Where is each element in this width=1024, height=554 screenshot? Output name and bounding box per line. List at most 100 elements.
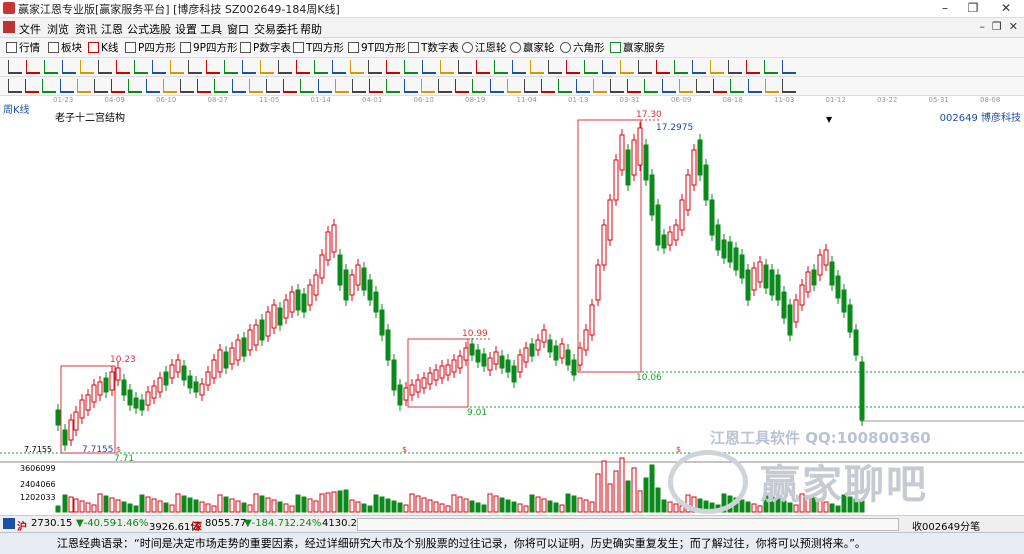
horizontal-scrollbar[interactable] (357, 518, 899, 531)
sh-flag-icon: 沪 (17, 522, 27, 533)
volume-bar (235, 500, 241, 513)
volume-tick-1: 3606099 (20, 464, 56, 473)
box2-top-label: 10.99 (462, 329, 488, 339)
candle-body (667, 231, 673, 246)
candle-body (547, 339, 553, 353)
volume-bar (217, 494, 223, 513)
volume-bar (673, 503, 679, 513)
candle-body (697, 139, 703, 176)
candle-body (613, 159, 619, 201)
candle-body (241, 337, 247, 357)
volume-bar (517, 503, 523, 513)
candle-body (331, 224, 337, 253)
sz-flag-icon: 深 (192, 522, 202, 533)
candle-body (781, 291, 787, 319)
volume-bar (601, 460, 607, 513)
candle-body (571, 359, 577, 376)
volume-bar (439, 503, 445, 513)
volume-bar (559, 504, 565, 513)
volume-bar (121, 501, 127, 513)
candle-body (199, 383, 205, 396)
candle-body (103, 377, 109, 393)
candle-body (277, 307, 283, 326)
candle-body (799, 284, 805, 306)
candle-body (211, 359, 217, 379)
candle-body (265, 311, 271, 337)
watermark-logo (668, 450, 748, 514)
volume-bar (577, 497, 583, 513)
candle-body (355, 264, 361, 286)
candle-body (463, 347, 469, 361)
volume-bar (55, 505, 61, 513)
candle-body (841, 289, 847, 313)
volume-bar (373, 494, 379, 513)
volume-bar (457, 496, 463, 513)
sz-pct: -2.24% (286, 518, 322, 529)
volume-bar (475, 502, 481, 513)
status-right[interactable]: 收002649分笔 (912, 518, 980, 533)
high-alt-label: 17.2975 (656, 123, 693, 133)
candle-body (721, 239, 727, 259)
candle-body (217, 349, 223, 373)
volume-bar (451, 494, 457, 513)
volume-bar (643, 477, 649, 513)
candle-body (163, 371, 169, 386)
candle-body (457, 355, 463, 369)
volume-bar (661, 499, 667, 513)
candle-body (68, 419, 74, 441)
volume-tick-3: 1202033 (20, 493, 56, 502)
volume-bar (331, 491, 337, 513)
candle-body (367, 279, 373, 301)
volume-bar (583, 499, 589, 513)
volume-bar (175, 493, 181, 513)
candle-body (691, 149, 697, 186)
candle-body (685, 174, 691, 211)
volume-bar (253, 493, 259, 513)
candle-body (793, 299, 799, 323)
volume-bar (265, 497, 271, 513)
level-9-01-label: 9.01 (467, 408, 487, 418)
volume-bar (523, 505, 529, 513)
sh-index: 2730.15 (31, 518, 73, 529)
candle-body (187, 375, 193, 389)
candle-body (62, 429, 68, 446)
candle-body (739, 254, 745, 279)
candle-body (481, 353, 487, 367)
volume-bar (487, 493, 493, 513)
candle-body (301, 293, 307, 313)
volume-bar (349, 499, 355, 513)
candle-body (343, 269, 349, 301)
candle-body (73, 411, 79, 431)
volume-bar (109, 497, 115, 513)
candle-body (559, 343, 565, 359)
volume-bar (343, 489, 349, 513)
candle-body (751, 267, 757, 291)
candle-body (259, 319, 265, 341)
quote-banner: 江恩经典语录：“时间是决定市场走势的重要因素，经过详细研究大市及个别股票的过往记… (0, 532, 1024, 554)
candle-body (619, 134, 625, 171)
watermark-line2: 赢家聊吧 (760, 462, 928, 508)
candle-body (439, 365, 445, 379)
volume-bar (751, 503, 757, 513)
candle-body (379, 309, 385, 336)
candle-body (733, 247, 739, 271)
volume-bar (307, 498, 313, 513)
volume-bar (205, 503, 211, 513)
volume-bar (553, 502, 559, 513)
volume-bar (385, 498, 391, 513)
candle-body (595, 264, 601, 301)
grid-icon[interactable] (3, 518, 15, 529)
candle-body (91, 384, 97, 403)
volume-bar (181, 495, 187, 513)
volume-bar (73, 498, 79, 513)
candle-body (133, 397, 139, 409)
candle-body (451, 359, 457, 373)
candle-body (469, 343, 475, 356)
sh-change: ▼-40.59 (76, 518, 116, 529)
candle-body (727, 241, 733, 263)
candle-body (577, 347, 583, 366)
volume-bar (427, 499, 433, 513)
candle-body (247, 329, 253, 351)
level-10-06-label: 10.06 (636, 373, 662, 383)
dollar-mark-1: $ (116, 445, 121, 454)
